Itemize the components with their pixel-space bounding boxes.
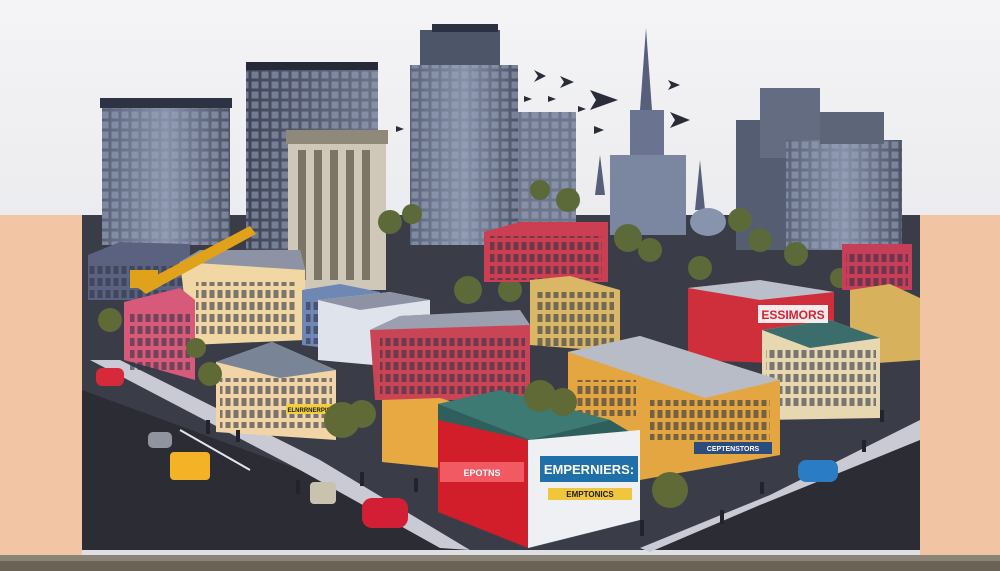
right-wall-panel — [920, 215, 1000, 560]
right-building-sign: ESSIMORS — [761, 308, 824, 322]
side-sign: CEPTENSTORS — [707, 446, 760, 453]
mural-scene: EMPERNIERS: EMPTONICS ESSIMORS EPOTNS EL… — [0, 0, 1000, 571]
left-corner-sign: ELNRRNERPIS — [287, 408, 330, 414]
left-wall-panel — [0, 215, 82, 560]
big-store-lower-sign: EMPTONICS — [566, 490, 614, 499]
red-store-sign: EPOTNS — [463, 468, 500, 478]
big-store-sign: EMPERNIERS: — [544, 462, 634, 477]
